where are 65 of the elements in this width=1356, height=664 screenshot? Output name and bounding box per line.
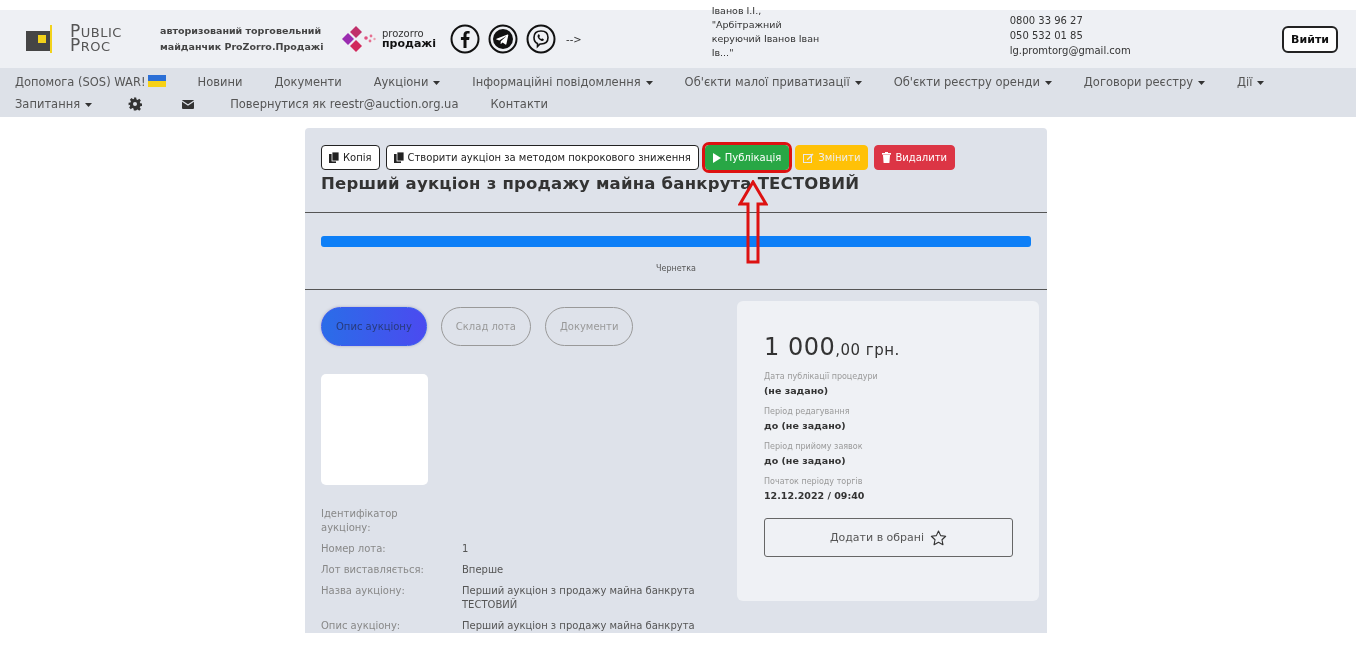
date-value: (не задано) (764, 385, 830, 396)
date-label: Період редагування (764, 407, 851, 416)
diamonds-logo-icon (342, 26, 376, 52)
phone-bubble-icon[interactable] (526, 24, 557, 54)
nav-dropdown[interactable]: Запитання (15, 93, 93, 115)
nav-link[interactable]: Контакти (490, 93, 549, 115)
copy-icon (329, 152, 339, 163)
caret-icon (85, 102, 93, 107)
trash-icon (882, 152, 892, 163)
auction-title: Перший аукціон з продажу майна банкрута ТЕСТОВИЙ (321, 174, 861, 193)
field-label: Опис аукціону: (321, 619, 402, 633)
caret-icon (433, 80, 441, 85)
nav-dropdown[interactable]: Інформаційні повідомлення (472, 71, 653, 93)
date-value: до (не задано) (764, 420, 847, 431)
contact-text: 050 532 01 85 (1009, 28, 1084, 43)
date-label: Період прийому заявок (764, 442, 864, 451)
status-label: Чернетка (655, 264, 697, 273)
arrow-text: --> (566, 33, 582, 45)
settings-icon[interactable] (128, 97, 143, 111)
nav-dropdown[interactable]: Дії (1237, 71, 1265, 93)
caret-icon (1044, 80, 1052, 85)
field-value: Перший аукціон з продажу майна банкрута (462, 619, 696, 633)
caret-icon (1257, 80, 1265, 85)
partner-logo-text: prozorro продажі (382, 29, 437, 49)
nav-link[interactable]: Новини (197, 71, 243, 93)
caret-icon (645, 80, 653, 85)
field-label: Номер лота: (321, 542, 387, 556)
date-value: 12.12.2022 / 09:40 (764, 490, 866, 501)
copy-icon (393, 152, 404, 163)
caret-icon (1198, 80, 1205, 85)
contact-text: 0800 33 96 27 (1009, 13, 1084, 28)
envelope-icon[interactable] (182, 99, 195, 109)
nav-link[interactable]: Документи (274, 71, 342, 93)
field-value: Перший аукціон з продажу майна банкрута ТЕСТОВИЙ (462, 584, 696, 612)
edit-icon (803, 152, 815, 163)
date-value: до (не задано) (764, 455, 847, 466)
field-value: 1 (462, 542, 470, 556)
price-amount: 1 000,00 грн. (764, 333, 901, 361)
field-label: Назва аукціону: (321, 584, 406, 598)
logout-button[interactable]: Вийти (1282, 25, 1338, 53)
date-label: Дата публікації процедури (764, 372, 879, 381)
delete-button[interactable]: Видалити (874, 145, 956, 170)
favorite-button[interactable]: Додати в обрані (764, 518, 1013, 557)
contact-text: lg.promtorg@gmail.com (1009, 43, 1131, 58)
paper-plane-icon[interactable] (488, 24, 519, 54)
field-label: Ідентифікатор аукціону: (321, 507, 399, 535)
publish-button[interactable]: Публікація (704, 145, 790, 170)
star-icon (930, 529, 948, 546)
nav-link[interactable]: Допомога (SOS) WAR! (15, 71, 166, 93)
nav-dropdown[interactable]: Договори реєстру (1083, 71, 1205, 93)
copy-button[interactable]: Копія (321, 145, 380, 170)
logo-text: PUBLIC PROC (70, 25, 122, 53)
field-label: Лот виставляється: (321, 563, 425, 577)
copy-button[interactable]: Створити аукціон за методом покрокового зниження (385, 145, 699, 170)
facebook-icon[interactable] (450, 24, 481, 54)
field-value: Вперше (462, 563, 505, 577)
nav-dropdown[interactable]: Об'єкти малої приватизації (684, 71, 862, 93)
play-icon (712, 152, 721, 163)
nav-link[interactable]: Повернутися як reestr@auction.org.ua (230, 93, 459, 115)
nav-dropdown[interactable]: Аукціони (373, 71, 441, 93)
nav-dropdown[interactable]: Об'єкти реєстру оренди (893, 71, 1052, 93)
tagline: авторизований торговельний майданчик ProZorro.Продажі (160, 24, 325, 54)
caret-icon (854, 80, 862, 85)
user-name[interactable]: Іванов І.І., "Арбітражний керуючий Іванов Іван Ів..." (711, 4, 832, 60)
date-label: Початок періоду торгів (764, 477, 864, 486)
